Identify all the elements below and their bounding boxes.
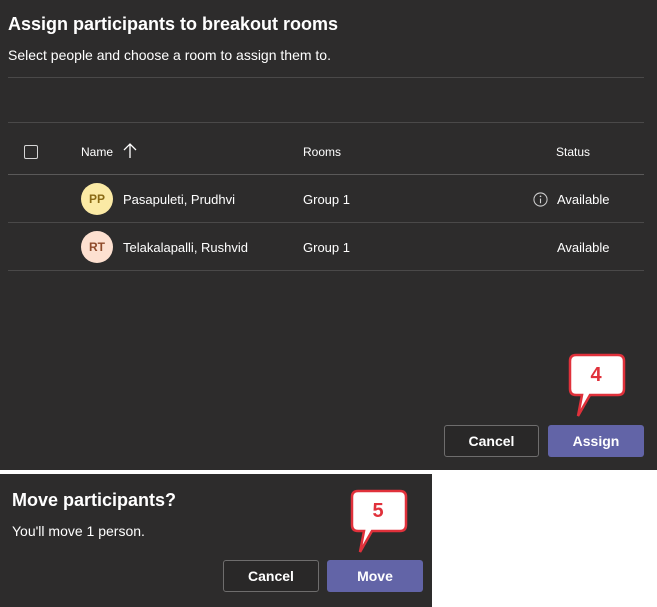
cancel-button[interactable]: Cancel [444,425,539,457]
avatar: PP [81,183,113,215]
assign-button[interactable]: Assign [548,425,644,457]
rooms-column-header: Rooms [303,145,342,159]
participant-room[interactable]: Group 1 [303,240,350,255]
name-column-header[interactable]: Name [81,145,113,159]
dialog-title: Assign participants to breakout rooms [8,14,339,34]
participant-name: Pasapuleti, Prudhvi [123,192,236,207]
cancel-button[interactable]: Cancel [223,560,319,592]
callout-bubble [568,353,626,417]
divider [8,122,644,123]
avatar: RT [81,231,113,263]
dialog-title: Move participants? [12,490,177,510]
callout-bubble [350,489,408,553]
status-column-header: Status [556,145,591,159]
divider [8,174,644,175]
divider [8,222,644,223]
divider [8,77,644,78]
divider [8,270,644,271]
info-icon[interactable] [533,192,548,207]
move-button[interactable]: Move [327,560,423,592]
participant-status: Available [557,240,610,255]
participant-name: Telakalapalli, Rushvid [123,240,249,255]
participant-status: Available [557,192,610,207]
sort-ascending-icon[interactable] [122,142,138,160]
dialog-subtitle: Select people and choose a room to assig… [8,47,331,63]
assign-participants-dialog: Assign participants to breakout rooms Se… [0,0,657,470]
dialog-message: You'll move 1 person. [12,523,145,539]
participant-room[interactable]: Group 1 [303,192,350,207]
callout-number: 5 [372,500,384,522]
move-participants-dialog: Move participants? You'll move 1 person.… [0,474,432,607]
select-all-checkbox[interactable] [24,145,38,159]
callout-number: 4 [590,364,602,386]
